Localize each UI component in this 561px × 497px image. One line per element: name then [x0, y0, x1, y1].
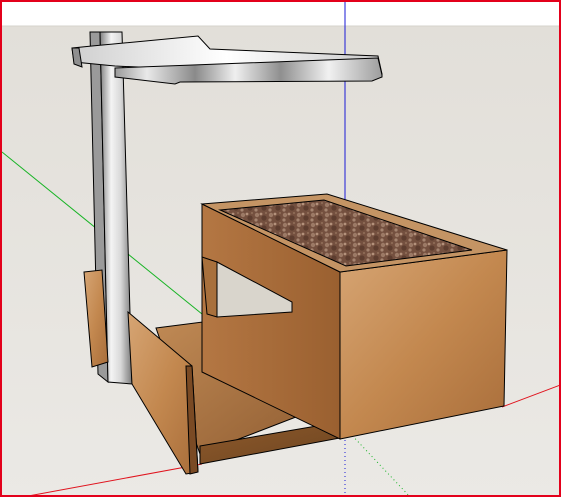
planter-right-face — [339, 249, 508, 440]
sketchup-viewport[interactable] — [0, 0, 561, 497]
3d-scene[interactable] — [2, 2, 561, 497]
